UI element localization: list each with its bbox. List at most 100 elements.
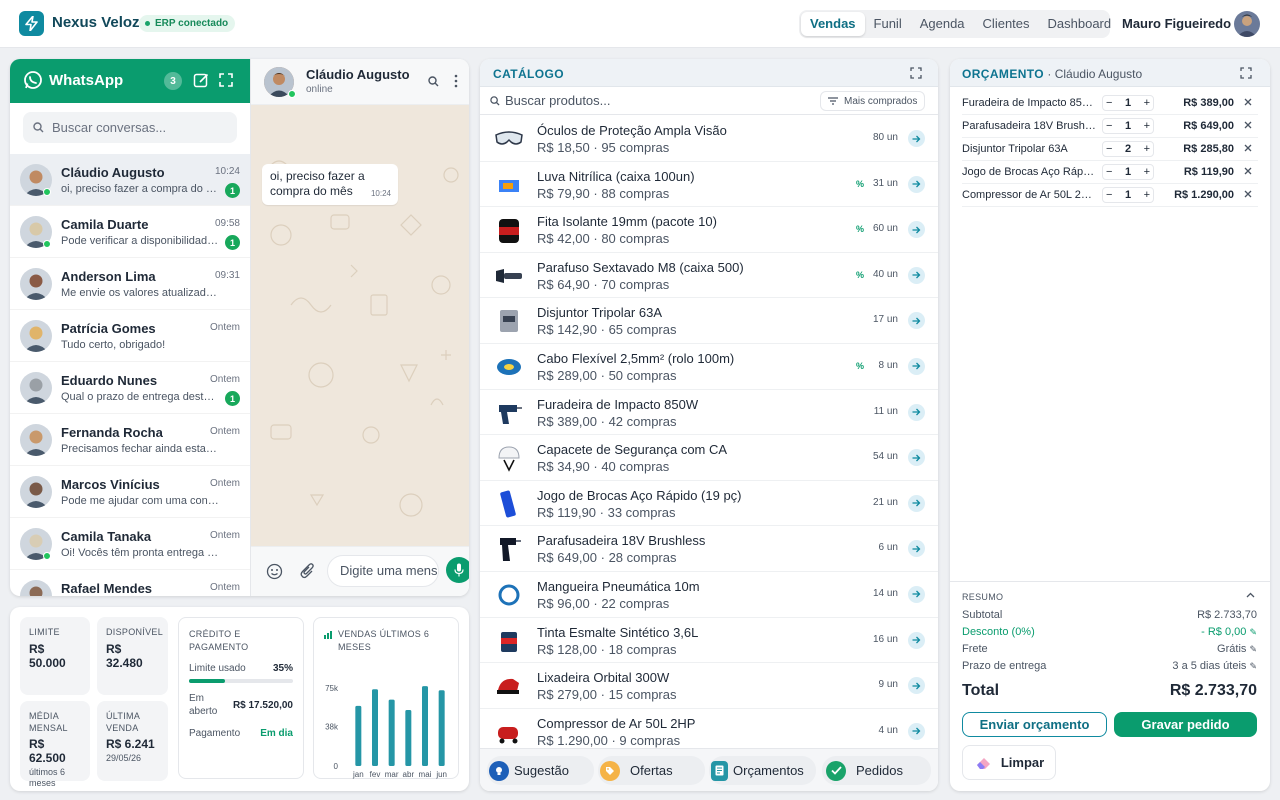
chat-search-input[interactable]: Buscar conversas... (23, 112, 237, 143)
chat-list-item[interactable]: Camila Duarte 09:58 Pode verificar a dispo… (10, 206, 250, 258)
product-row[interactable]: Jogo de Brocas Aço Rápido (19 pç) R$ 119,… (480, 481, 938, 527)
nav-clientes[interactable]: Clientes (974, 12, 1039, 36)
chart-bar[interactable] (355, 705, 362, 766)
minus-icon[interactable]: − (1106, 189, 1112, 201)
add-to-quote-button[interactable] (908, 449, 925, 467)
more-options-icon[interactable] (454, 74, 458, 88)
send-quote-button[interactable]: Enviar orçamento (962, 712, 1107, 737)
product-row[interactable]: Luva Nitrílica (caixa 100un) R$ 79,90 · 8… (480, 162, 938, 208)
chart-bar[interactable] (438, 690, 445, 766)
product-row[interactable]: Mangueira Pneumática 10m R$ 96,00 · 22 co… (480, 572, 938, 618)
discount-row[interactable]: Desconto (0%) - R$ 0,00 ✎ (962, 626, 1257, 638)
product-row[interactable]: Capacete de Segurança com CA R$ 34,90 · 4… (480, 435, 938, 481)
nav-funil[interactable]: Funil (865, 12, 911, 36)
product-row[interactable]: Cabo Flexível 2,5mm² (rolo 100m) R$ 289,0… (480, 344, 938, 390)
add-to-quote-button[interactable] (908, 631, 925, 649)
expand-icon[interactable] (1240, 67, 1252, 79)
expand-icon[interactable] (910, 67, 922, 79)
message-input[interactable]: Digite uma mensagem (327, 555, 439, 587)
quantity-value[interactable]: 1 (1125, 97, 1131, 109)
add-to-quote-button[interactable] (908, 266, 925, 284)
edit-pencil-icon[interactable]: ✎ (1249, 627, 1257, 637)
remove-item-icon[interactable] (1241, 95, 1255, 109)
product-purchases: 9 compras (619, 732, 681, 748)
new-chat-icon[interactable] (193, 72, 210, 89)
user-name[interactable]: Mauro Figueiredo (1122, 16, 1231, 31)
add-to-quote-button[interactable] (908, 221, 925, 239)
edit-pencil-icon[interactable]: ✎ (1249, 661, 1257, 671)
tab-sugestao[interactable]: Sugestão (487, 756, 594, 785)
plus-icon[interactable]: + (1144, 120, 1150, 132)
attach-icon[interactable] (300, 563, 315, 580)
chat-list-item[interactable]: Fernanda Rocha Ontem Precisamos fechar ain… (10, 414, 250, 466)
chat-list-item[interactable]: Rafael Mendes Ontem (10, 570, 250, 596)
chart-bar[interactable] (388, 699, 395, 766)
add-to-quote-button[interactable] (908, 175, 925, 193)
add-to-quote-button[interactable] (908, 585, 925, 603)
nav-agenda[interactable]: Agenda (911, 12, 974, 36)
remove-item-icon[interactable] (1241, 164, 1255, 178)
check-circle-icon (826, 760, 846, 781)
chevron-up-icon[interactable] (1246, 592, 1255, 598)
delivery-row[interactable]: Prazo de entrega 3 a 5 dias úteis ✎ (962, 660, 1257, 672)
expand-icon[interactable] (219, 73, 233, 87)
microphone-button[interactable] (446, 557, 469, 583)
remove-item-icon[interactable] (1241, 118, 1255, 132)
quantity-value[interactable]: 1 (1125, 120, 1131, 132)
chat-list-item[interactable]: Patrícia Gomes Ontem Tudo certo, obrigado! (10, 310, 250, 362)
remove-item-icon[interactable] (1241, 141, 1255, 155)
clear-button[interactable]: Limpar (962, 745, 1056, 780)
user-avatar[interactable] (1234, 11, 1260, 37)
minus-icon[interactable]: − (1106, 97, 1112, 109)
add-to-quote-button[interactable] (908, 130, 925, 147)
plus-icon[interactable]: + (1144, 143, 1150, 155)
quantity-value[interactable]: 2 (1125, 143, 1131, 155)
product-purchases: 50 compras (608, 367, 677, 383)
product-row[interactable]: Compressor de Ar 50L 2HP R$ 1.290,00 · 9 … (480, 709, 938, 748)
plus-icon[interactable]: + (1144, 97, 1150, 109)
chart-bar[interactable] (405, 709, 412, 766)
chat-list-item[interactable]: Cláudio Augusto 10:24 oi, preciso fazer a … (10, 154, 250, 206)
product-row[interactable]: Furadeira de Impacto 850W R$ 389,00 · 42 … (480, 390, 938, 436)
emoji-icon[interactable] (266, 563, 283, 580)
product-row[interactable]: Lixadeira Orbital 300W R$ 279,00 · 15 com… (480, 663, 938, 709)
sort-filter-button[interactable]: Mais comprados (820, 91, 926, 111)
freight-row[interactable]: Frete Grátis ✎ (962, 643, 1257, 655)
add-to-quote-button[interactable] (908, 494, 925, 512)
chat-list-item[interactable]: Eduardo Nunes Ontem Qual o prazo de entreg… (10, 362, 250, 414)
search-icon[interactable] (428, 76, 439, 87)
product-row[interactable]: Fita Isolante 19mm (pacote 10) R$ 42,00 ·… (480, 207, 938, 253)
chat-list-item[interactable]: Camila Tanaka Ontem Oi! Vocês têm pronta e… (10, 518, 250, 570)
plus-icon[interactable]: + (1144, 189, 1150, 201)
plus-icon[interactable]: + (1144, 166, 1150, 178)
add-to-quote-button[interactable] (908, 403, 925, 421)
product-row[interactable]: Parafuso Sextavado M8 (caixa 500) R$ 64,9… (480, 253, 938, 299)
product-row[interactable]: Óculos de Proteção Ampla Visão R$ 18,50 ·… (480, 116, 938, 162)
quantity-value[interactable]: 1 (1125, 166, 1131, 178)
product-row[interactable]: Parafusadeira 18V Brushless R$ 649,00 · 2… (480, 526, 938, 572)
chat-list-item[interactable]: Marcos Vinícius Ontem Pode me ajudar com u… (10, 466, 250, 518)
minus-icon[interactable]: − (1106, 143, 1112, 155)
tab-orcamentos[interactable]: Orçamentos (709, 756, 816, 785)
minus-icon[interactable]: − (1106, 120, 1112, 132)
chat-list-item[interactable]: Anderson Lima 09:31 Me envie os valores at… (10, 258, 250, 310)
tab-pedidos[interactable]: Pedidos (822, 756, 931, 785)
save-order-button[interactable]: Gravar pedido (1114, 712, 1257, 737)
product-row[interactable]: Tinta Esmalte Sintético 3,6L R$ 128,00 · … (480, 618, 938, 664)
add-to-quote-button[interactable] (908, 312, 925, 330)
chart-bar[interactable] (422, 686, 428, 766)
quantity-value[interactable]: 1 (1125, 189, 1131, 201)
add-to-quote-button[interactable] (908, 540, 925, 558)
add-to-quote-button[interactable] (908, 357, 925, 375)
minus-icon[interactable]: − (1106, 166, 1112, 178)
nav-dashboard[interactable]: Dashboard (1039, 12, 1121, 36)
add-to-quote-button[interactable] (908, 677, 925, 695)
edit-pencil-icon[interactable]: ✎ (1249, 644, 1257, 654)
chart-bar[interactable] (372, 689, 378, 766)
remove-item-icon[interactable] (1241, 187, 1255, 201)
add-to-quote-button[interactable] (908, 722, 925, 740)
tab-ofertas[interactable]: Ofertas (598, 756, 705, 785)
product-row[interactable]: Disjuntor Tripolar 63A R$ 142,90 · 65 com… (480, 298, 938, 344)
nav-vendas[interactable]: Vendas (801, 12, 865, 36)
product-search-input[interactable]: Buscar produtos... (505, 93, 611, 108)
